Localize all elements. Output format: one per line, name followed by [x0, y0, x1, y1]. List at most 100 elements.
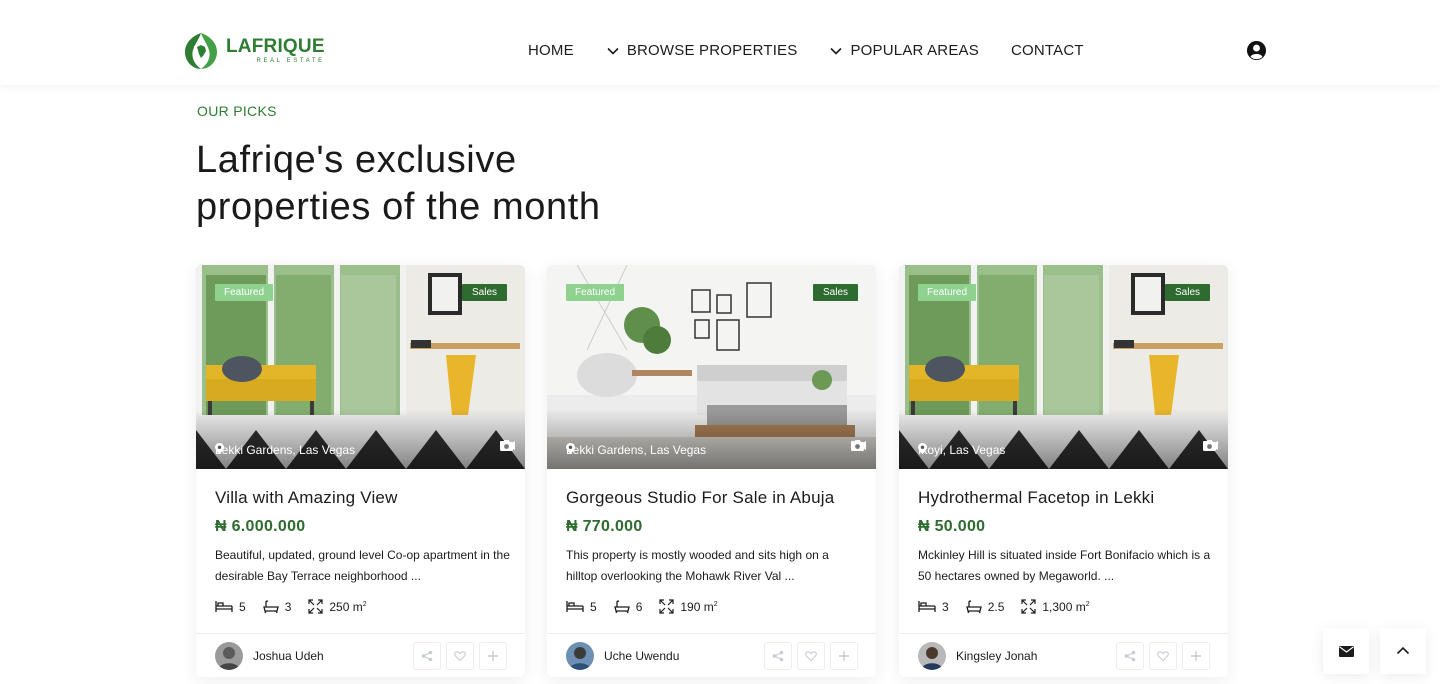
- property-card[interactable]: Featured Sales Lekki Gardens, Las Vegas …: [196, 265, 525, 677]
- avatar[interactable]: [918, 642, 946, 670]
- nav-home-label: HOME: [528, 42, 574, 59]
- area-unit-sup: 2: [362, 600, 367, 608]
- property-location: Lekki Gardens, Las Vegas: [566, 443, 706, 457]
- envelope-icon: [1338, 645, 1354, 657]
- area: 250 m2: [308, 599, 367, 614]
- map-pin-icon: [566, 443, 575, 454]
- property-location: Lekki Gardens, Las Vegas: [215, 443, 355, 457]
- bedrooms: 5: [566, 600, 597, 614]
- location-text: Ikoyi, Las Vegas: [918, 443, 1006, 457]
- bathtub-icon: [262, 599, 279, 613]
- compare-button[interactable]: [479, 642, 507, 670]
- property-features: 3 2.5 1,300 m2: [918, 599, 1107, 614]
- bathrooms: 3: [262, 599, 292, 614]
- bedrooms-count: 3: [942, 599, 949, 614]
- agent-name[interactable]: Joshua Udeh: [253, 649, 324, 663]
- share-icon: [772, 650, 784, 662]
- scroll-to-top-button[interactable]: [1380, 628, 1426, 674]
- nav-popular-areas[interactable]: POPULAR AREAS: [829, 42, 979, 59]
- sales-badge: Sales: [812, 284, 858, 301]
- agent-name[interactable]: Kingsley Jonah: [956, 649, 1037, 663]
- property-location: Ikoyi, Las Vegas: [918, 443, 1005, 457]
- compare-button[interactable]: [830, 642, 858, 670]
- camera-icon: [500, 440, 514, 451]
- user-circle-icon[interactable]: [1246, 40, 1267, 61]
- property-description: Beautiful, updated, ground level Co-op a…: [215, 548, 510, 583]
- media-count[interactable]: 2: [500, 440, 516, 454]
- plus-icon: [488, 651, 498, 661]
- property-title[interactable]: Villa with Amazing View: [215, 488, 398, 508]
- media-count[interactable]: 1: [851, 440, 867, 454]
- image-shade: [547, 409, 876, 469]
- heart-icon: [805, 651, 817, 662]
- property-price: ₦ 50.000: [918, 518, 986, 535]
- area-value: 190 m2: [680, 600, 717, 614]
- map-pin-icon: [918, 443, 927, 454]
- property-features: 5 3 250 m2: [215, 599, 384, 614]
- card-actions: [1111, 642, 1210, 670]
- share-button[interactable]: [764, 642, 792, 670]
- nav-popular-label: POPULAR AREAS: [850, 42, 979, 59]
- property-price: ₦ 6.000.000: [215, 518, 306, 535]
- property-image[interactable]: Featured Sales Lekki Gardens, Las Vegas …: [547, 265, 876, 469]
- bedrooms-count: 5: [239, 599, 246, 614]
- card-actions: [408, 642, 507, 670]
- card-footer: Joshua Udeh: [196, 633, 525, 677]
- nav-browse-properties[interactable]: BROWSE PROPERTIES: [606, 42, 798, 59]
- compare-button[interactable]: [1182, 642, 1210, 670]
- chevron-down-icon: [607, 47, 619, 55]
- camera-icon: [1203, 440, 1217, 451]
- property-description: This property is mostly wooded and sits …: [566, 548, 829, 583]
- share-icon: [421, 650, 433, 662]
- nav-browse-label: BROWSE PROPERTIES: [626, 42, 798, 59]
- agent-name[interactable]: Uche Uwendu: [604, 649, 679, 663]
- share-button[interactable]: [1116, 642, 1144, 670]
- featured-badge: Featured: [918, 284, 977, 301]
- bedrooms: 3: [918, 600, 949, 614]
- contact-mail-button[interactable]: [1323, 628, 1369, 674]
- favorite-button[interactable]: [1149, 642, 1177, 670]
- logo-subtitle: REAL ESTATE: [256, 58, 325, 64]
- bathrooms-count: 3: [284, 599, 292, 614]
- section-heading: Lafriqe's exclusive properties of the mo…: [196, 137, 676, 231]
- share-button[interactable]: [413, 642, 441, 670]
- area-number: 190 m: [680, 599, 714, 614]
- expand-area-icon: [308, 599, 323, 614]
- image-shade: [899, 409, 1228, 469]
- area-value: 1,300 m2: [1042, 600, 1089, 614]
- card-footer: Uche Uwendu: [547, 633, 876, 677]
- area-number: 1,300 m: [1042, 599, 1086, 614]
- featured-badge: Featured: [566, 284, 625, 301]
- location-text: Lekki Gardens, Las Vegas: [215, 443, 356, 457]
- bedrooms: 5: [215, 600, 246, 614]
- avatar[interactable]: [215, 642, 243, 670]
- property-image[interactable]: Featured Sales Lekki Gardens, Las Vegas …: [196, 265, 525, 469]
- heading-line-1: Lafriqe's exclusive: [196, 139, 517, 181]
- favorite-button[interactable]: [446, 642, 474, 670]
- share-icon: [1124, 650, 1136, 662]
- property-image[interactable]: Featured Sales Ikoyi, Las Vegas 1: [899, 265, 1228, 469]
- property-features: 5 6 190 m2: [566, 599, 735, 614]
- map-pin-icon: [215, 443, 224, 454]
- card-actions: [759, 642, 858, 670]
- property-title[interactable]: Hydrothermal Facetop in Lekki: [918, 488, 1154, 508]
- property-price: ₦ 770.000: [566, 518, 643, 535]
- image-shade: [196, 409, 525, 469]
- heart-icon: [1157, 651, 1169, 662]
- media-count[interactable]: 1: [1203, 440, 1219, 454]
- nav-home[interactable]: HOME: [528, 42, 574, 59]
- heart-icon: [454, 651, 466, 662]
- site-header: LAFRIQUE REAL ESTATE HOME BROWSE PROPERT…: [0, 0, 1440, 85]
- bathtub-icon: [613, 599, 630, 613]
- property-title[interactable]: Gorgeous Studio For Sale in Abuja: [566, 488, 834, 508]
- nav-contact[interactable]: CONTACT: [1011, 42, 1084, 59]
- avatar[interactable]: [566, 642, 594, 670]
- main-nav: HOME BROWSE PROPERTIES POPULAR AREAS CON…: [528, 42, 1084, 59]
- area-unit-sup: 2: [713, 600, 718, 608]
- location-text: Lekki Gardens, Las Vegas: [566, 443, 707, 457]
- logo[interactable]: LAFRIQUE REAL ESTATE: [180, 30, 325, 72]
- bathrooms: 2.5: [965, 600, 1004, 614]
- favorite-button[interactable]: [797, 642, 825, 670]
- property-card[interactable]: Featured Sales Lekki Gardens, Las Vegas …: [547, 265, 876, 677]
- property-card[interactable]: Featured Sales Ikoyi, Las Vegas 1 Hydrot…: [899, 265, 1228, 677]
